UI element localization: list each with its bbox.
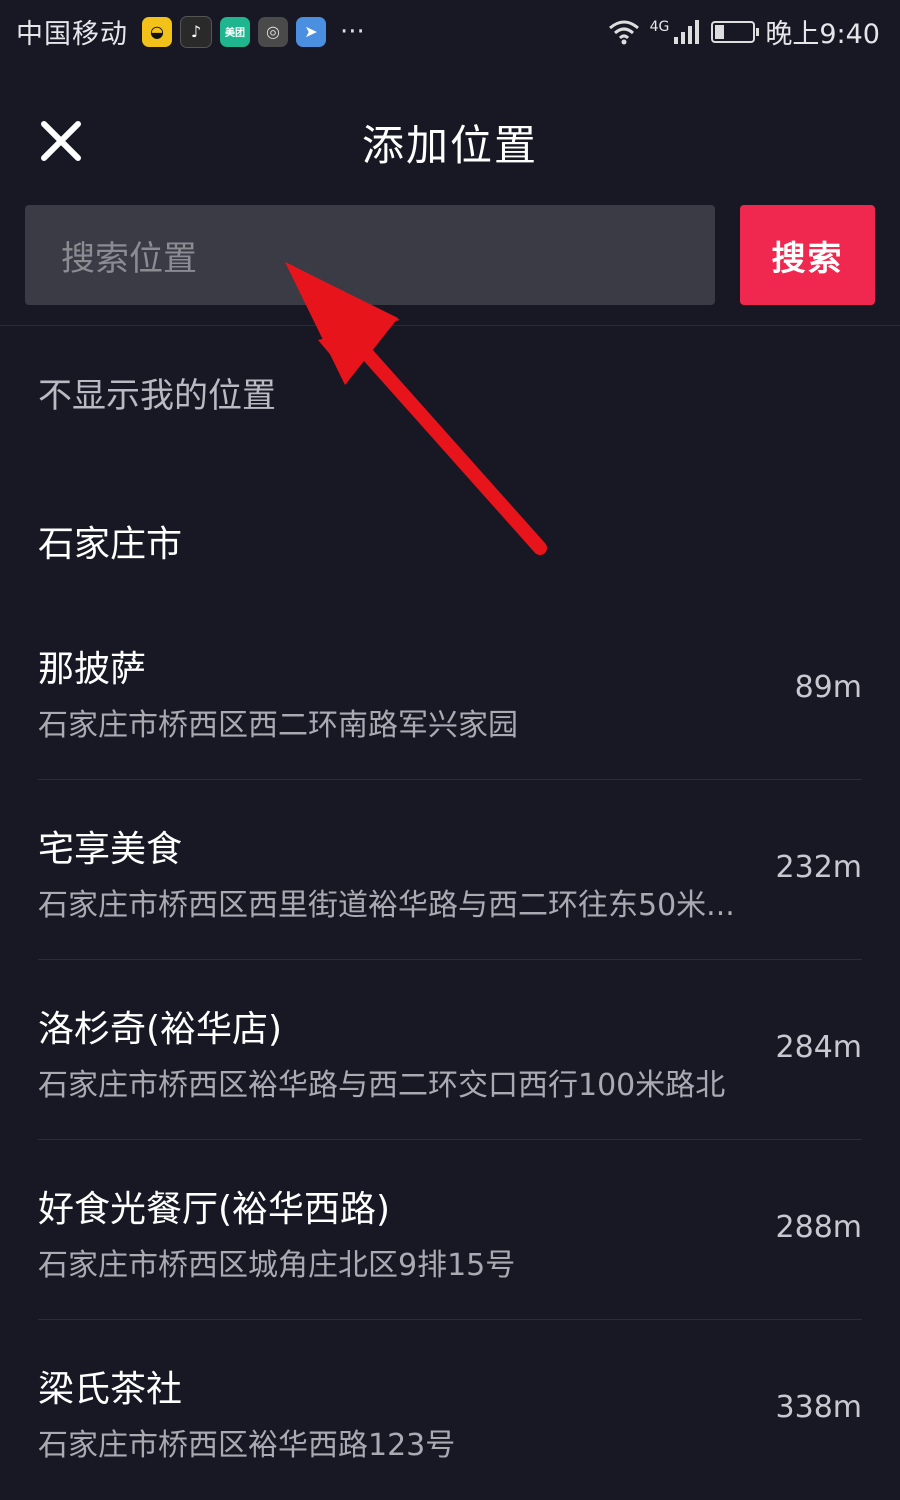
search-button[interactable]: 搜索 bbox=[740, 205, 875, 305]
battery-icon bbox=[711, 20, 760, 43]
place-item[interactable]: 那披萨 石家庄市桥西区西二环南路军兴家园 89m bbox=[0, 600, 900, 780]
place-name: 那披萨 bbox=[38, 649, 147, 690]
search-input[interactable]: 搜索位置 bbox=[25, 205, 715, 305]
place-name: 洛杉奇(裕华店) bbox=[38, 1009, 283, 1050]
place-address: 石家庄市桥西区西里街道裕华路与西二环往东50米... bbox=[38, 888, 735, 923]
tiktok-icon: ♪ bbox=[180, 15, 212, 48]
place-distance: 89m bbox=[794, 670, 862, 705]
status-bar-right: 4G 晚上9:40 bbox=[608, 12, 880, 51]
clock: 晚上9:40 bbox=[765, 19, 880, 50]
meituan-icon: 美团 bbox=[220, 16, 250, 47]
place-name: 好食光餐厅(裕华西路) bbox=[38, 1189, 391, 1230]
place-item[interactable]: 梁氏茶社 石家庄市桥西区裕华西路123号 338m bbox=[0, 1320, 900, 1500]
place-address: 石家庄市桥西区西二环南路军兴家园 bbox=[38, 708, 518, 743]
page-title: 添加位置 bbox=[361, 121, 538, 170]
place-item[interactable]: 好食光餐厅(裕华西路) 石家庄市桥西区城角庄北区9排15号 288m bbox=[0, 1140, 900, 1320]
network-type-label: 4G bbox=[649, 18, 670, 35]
signal-icon bbox=[674, 19, 700, 44]
search-placeholder: 搜索位置 bbox=[61, 238, 197, 279]
place-address: 石家庄市桥西区裕华路与西二环交口西行100米路北 bbox=[38, 1068, 726, 1103]
status-bar: 中国移动 ◒ ♪ 美团 ◎ ➤ ··· 4G 晚上9:40 bbox=[0, 0, 900, 62]
telegram-icon: ➤ bbox=[296, 16, 326, 47]
place-item[interactable]: 洛杉奇(裕华店) 石家庄市桥西区裕华路与西二环交口西行100米路北 284m bbox=[0, 960, 900, 1140]
place-item[interactable]: 宅享美食 石家庄市桥西区西里街道裕华路与西二环往东50米... 232m bbox=[0, 780, 900, 960]
place-distance: 338m bbox=[775, 1390, 862, 1425]
more-notifications-icon: ··· bbox=[340, 16, 365, 47]
place-distance: 288m bbox=[775, 1210, 862, 1245]
map-app-icon: ◒ bbox=[142, 16, 172, 47]
city-option[interactable]: 石家庄市 bbox=[38, 515, 182, 567]
place-name: 宅享美食 bbox=[38, 829, 183, 870]
place-address: 石家庄市桥西区城角庄北区9排15号 bbox=[38, 1248, 516, 1283]
carrier-label: 中国移动 bbox=[16, 19, 128, 50]
wifi-icon bbox=[608, 20, 639, 44]
place-address: 石家庄市桥西区裕华西路123号 bbox=[38, 1428, 456, 1463]
vpn-icon: ◎ bbox=[258, 16, 288, 47]
status-bar-left: 中国移动 ◒ ♪ 美团 ◎ ➤ ··· bbox=[16, 12, 365, 51]
header-divider bbox=[0, 325, 900, 326]
place-distance: 232m bbox=[775, 850, 862, 885]
place-distance: 284m bbox=[775, 1030, 862, 1065]
place-name: 梁氏茶社 bbox=[38, 1369, 183, 1410]
hide-location-option[interactable]: 不显示我的位置 bbox=[38, 368, 276, 417]
